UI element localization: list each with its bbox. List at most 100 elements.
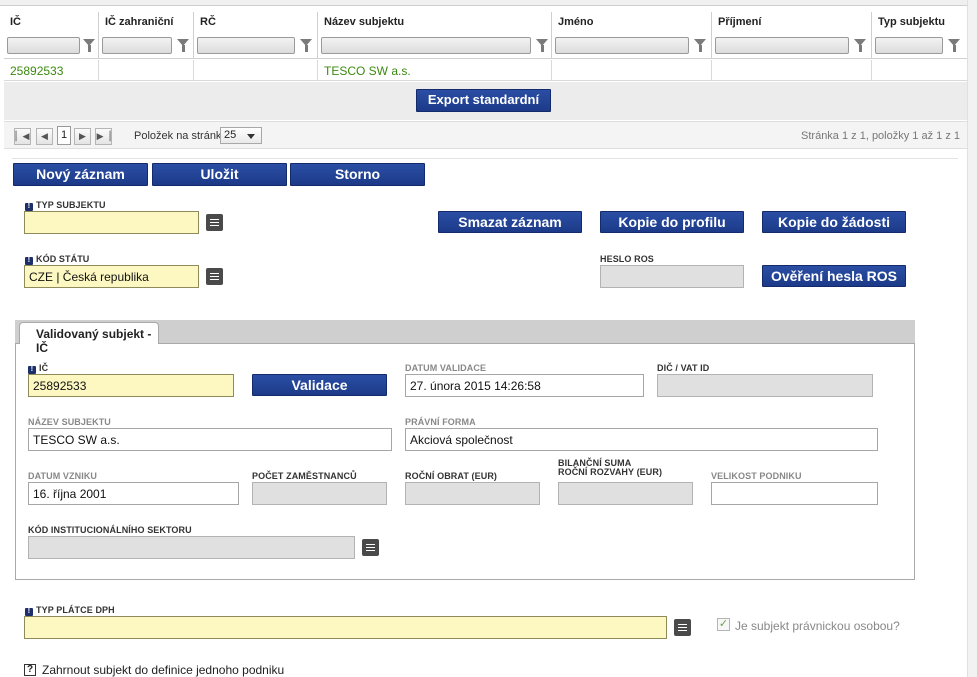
rocni-obrat-field [405,482,540,505]
pravni-forma-field[interactable]: Akciová společnost [405,428,878,451]
typ-subjektu-field[interactable] [24,211,199,234]
delete-record-button[interactable]: Smazat záznam [438,211,582,233]
grid-header: IČ IČ zahraniční RČ Název subjektu Jméno… [4,12,970,35]
cancel-button[interactable]: Storno [290,163,425,186]
heslo-ros-label: HESLO ROS [600,254,654,264]
nazev-subjektu-label: NÁZEV SUBJEKTU [28,417,111,427]
filter-input[interactable] [102,37,172,54]
datum-vzniku-label: DATUM VZNIKU [28,471,98,481]
filter-icon[interactable] [694,39,706,52]
filter-input[interactable] [7,37,80,54]
datum-validace-field[interactable]: 27. února 2015 14:26:58 [405,374,644,397]
typ-platce-field[interactable] [24,616,667,639]
kod-sektoru-field [28,536,355,559]
required-icon: ! [28,366,36,374]
filter-icon[interactable] [536,39,548,52]
current-page[interactable]: 1 [57,126,71,145]
new-record-button[interactable]: Nový záznam [13,163,148,186]
velikost-podniku-label: VELIKOST PODNIKU [711,471,802,481]
column-header-ic[interactable]: IČ [4,12,99,35]
required-icon: ! [25,257,33,265]
kod-statu-label: ! KÓD STÁTU [25,254,89,265]
pravnicka-osoba-checkbox[interactable]: ✓ [717,618,730,631]
copy-to-profile-button[interactable]: Kopie do profilu [600,211,744,233]
verify-ros-button[interactable]: Ověření hesla ROS [762,265,906,287]
typ-platce-label: ! TYP PLÁTCE DPH [25,605,115,616]
filter-cell [318,35,552,58]
list-picker-icon[interactable] [362,539,379,556]
datum-validace-label: DATUM VALIDACE [405,363,487,373]
cell-ic: 25892533 [4,60,99,80]
filter-cell [712,35,872,58]
pravnicka-osoba-label: Je subjekt právnickou osobou? [735,619,900,633]
filter-icon[interactable] [948,39,960,52]
typ-subjektu-label: ! TYP SUBJEKTU [25,200,106,211]
scrollbar[interactable] [967,0,977,677]
copy-to-request-button[interactable]: Kopie do žádosti [762,211,906,233]
save-button[interactable]: Uložit [152,163,287,186]
rocni-obrat-label: ROČNÍ OBRAT (EUR) [405,471,498,481]
last-page-icon[interactable]: ▶▕ [95,128,112,145]
column-header-jmeno[interactable]: Jméno [552,12,712,35]
chevron-down-icon [247,134,255,139]
datum-vzniku-field[interactable]: 16. října 2001 [28,482,239,505]
kod-statu-field[interactable]: CZE | Česká republika [24,265,199,288]
cell-rc [194,60,318,80]
filter-icon[interactable] [854,39,866,52]
required-icon: ! [25,203,33,211]
heslo-ros-field [600,265,744,288]
cell-ic-zahranicni [99,60,194,80]
first-page-icon[interactable]: ▏◀ [14,128,31,145]
ic-label: ! IČ [28,363,48,374]
required-icon: ! [25,608,33,616]
zahrnout-label: Zahrnout subjekt do definice jednoho pod… [42,663,285,677]
bilancni-suma-label: BILANČNÍ SUMA ROČNÍ ROZVAHY (EUR) [558,458,663,477]
filter-icon[interactable] [83,39,95,52]
column-header-rc[interactable]: RČ [194,12,318,35]
filter-icon[interactable] [300,39,312,52]
tab-validovany-subjekt[interactable]: Validovaný subjekt - IČ [19,322,159,355]
column-header-typ-subjektu[interactable]: Typ subjektu [872,12,970,35]
next-page-icon[interactable]: ▶ [74,128,91,145]
filter-cell [194,35,318,58]
pocet-zamestnancu-label: POČET ZAMĚSTNANCŮ [252,471,357,481]
list-picker-icon[interactable] [206,268,223,285]
filter-input[interactable] [715,37,849,54]
filter-input[interactable] [555,37,689,54]
per-page-select[interactable]: 25 [220,127,262,144]
filter-cell [4,35,99,58]
ic-field[interactable]: 25892533 [28,374,234,397]
filter-cell [99,35,194,58]
column-header-prijmeni[interactable]: Příjmení [712,12,872,35]
validate-button[interactable]: Validace [252,374,387,396]
pravni-forma-label: PRÁVNÍ FORMA [405,417,476,427]
nazev-subjektu-field[interactable]: TESCO SW a.s. [28,428,392,451]
pocet-zamestnancu-field [252,482,387,505]
dic-label: DIČ / VAT ID [657,363,710,373]
filter-cell [872,35,970,58]
bilancni-suma-field [558,482,693,505]
cell-typ-subjektu [872,60,970,80]
cell-prijmeni [712,60,872,80]
column-header-ic-zahranicni[interactable]: IČ zahraniční [99,12,194,35]
column-header-nazev[interactable]: Název subjektu [318,12,552,35]
help-icon[interactable]: ? [24,664,36,676]
list-picker-icon[interactable] [206,214,223,231]
cell-jmeno [552,60,712,80]
list-picker-icon[interactable] [674,619,691,636]
filter-input[interactable] [875,37,943,54]
divider [12,158,958,159]
filter-input[interactable] [197,37,295,54]
export-standard-button[interactable]: Export standardní [416,89,551,112]
table-row[interactable]: 25892533 TESCO SW a.s. [4,60,970,81]
filter-cell [552,35,712,58]
filter-icon[interactable] [177,39,189,52]
pager-info: Stránka 1 z 1, položky 1 až 1 z 1 [801,130,960,142]
cell-nazev: TESCO SW a.s. [318,60,552,80]
velikost-podniku-field[interactable] [711,482,878,505]
dic-field [657,374,873,397]
filter-input[interactable] [321,37,531,54]
kod-sektoru-label: KÓD INSTITUCIONÁLNÍHO SEKTORU [28,525,192,535]
grid-filter-row [4,35,970,58]
prev-page-icon[interactable]: ◀ [36,128,53,145]
